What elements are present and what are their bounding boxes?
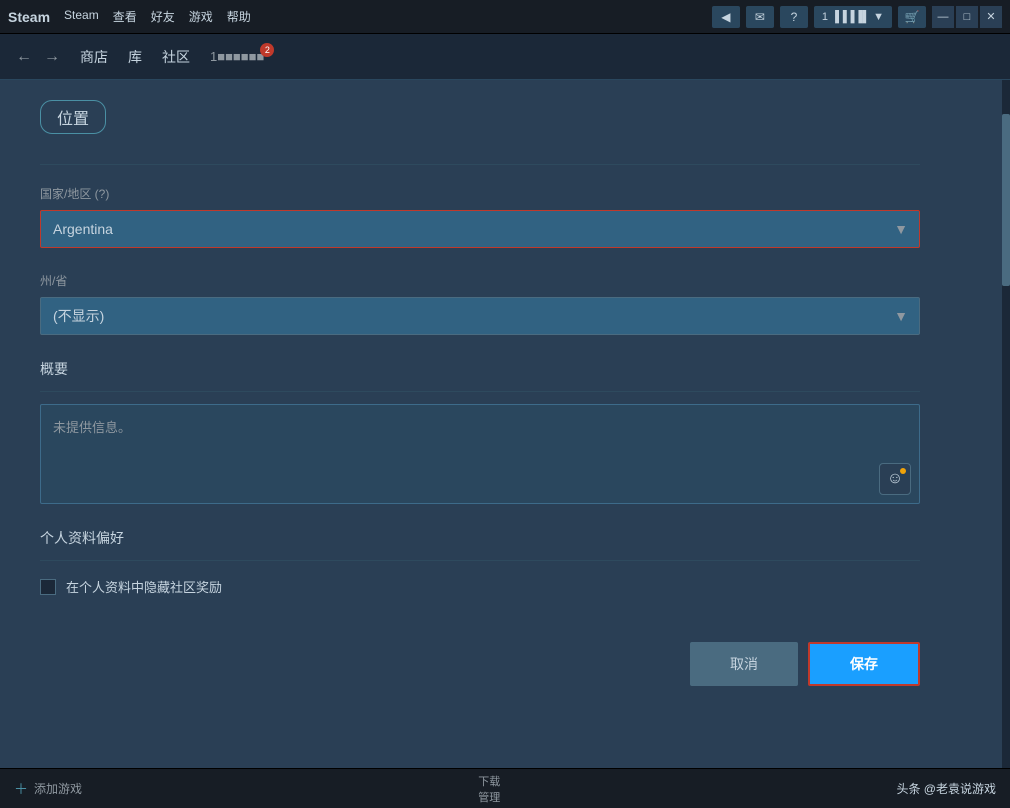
scrollbar-thumb [1002, 114, 1010, 286]
steam-logo: Steam [8, 9, 50, 25]
friends-icon-btn[interactable]: ✉ [746, 6, 774, 28]
country-field-group: 国家/地区 (?) Argentina ▼ [40, 185, 920, 248]
bottom-bar: ＋ 添加游戏 下载 管理 头条 @老袁说游戏 [0, 768, 1010, 808]
help-icon-btn[interactable]: ? [780, 6, 808, 28]
prefs-title: 个人资料偏好 [40, 528, 920, 548]
account-btn[interactable]: 1 ▐▐▐▐▌ ▼ [814, 6, 892, 28]
title-bar-right: ◀ ✉ ? 1 ▐▐▐▐▌ ▼ 🛒 — □ ✕ [712, 6, 1002, 28]
summary-text: 未提供信息。 [53, 417, 907, 436]
nav-bar: ← → 商店 库 社区 1■■■■■■ [0, 34, 1010, 80]
summary-divider [40, 391, 920, 392]
nav-links: 商店 库 社区 1■■■■■■ [80, 47, 264, 67]
emoji-notification-dot [900, 468, 906, 474]
menu-games[interactable]: 游戏 [189, 8, 213, 25]
close-btn[interactable]: ✕ [980, 6, 1002, 28]
download-sub-label: 管理 [478, 789, 500, 805]
checkbox-label: 在个人资料中隐藏社区奖励 [66, 577, 222, 596]
add-icon: ＋ [14, 779, 28, 799]
summary-textarea-wrapper[interactable]: 未提供信息。 ☺ [40, 404, 920, 504]
menu-steam[interactable]: Steam [64, 8, 99, 25]
country-label: 国家/地区 (?) [40, 185, 920, 202]
prefs-divider [40, 560, 920, 561]
menu-view[interactable]: 查看 [113, 8, 137, 25]
chat-icon-btn[interactable]: ◀ [712, 6, 740, 28]
state-select-wrapper: (不显示) ▼ [40, 297, 920, 335]
checkbox-row: 在个人资料中隐藏社区奖励 [40, 577, 920, 596]
hide-rewards-checkbox[interactable] [40, 579, 56, 595]
summary-title: 概要 [40, 359, 920, 379]
back-arrow[interactable]: ← [12, 46, 36, 68]
section-location-title: 位置 [40, 100, 106, 134]
state-field-group: 州/省 (不显示) ▼ [40, 272, 920, 335]
emoji-button[interactable]: ☺ [879, 463, 911, 495]
add-game-label: 添加游戏 [34, 780, 82, 797]
state-select[interactable]: (不显示) [40, 297, 920, 335]
right-scrollbar[interactable] [1002, 80, 1010, 768]
cancel-button[interactable]: 取消 [690, 642, 798, 686]
summary-section: 概要 未提供信息。 ☺ [40, 359, 920, 504]
country-select[interactable]: Argentina [40, 210, 920, 248]
menu-friends[interactable]: 好友 [151, 8, 175, 25]
nav-community[interactable]: 社区 [162, 47, 190, 67]
section-divider-1 [40, 164, 920, 165]
store-icon-btn[interactable]: 🛒 [898, 6, 926, 28]
save-button[interactable]: 保存 [808, 642, 920, 686]
watermark: 头条 @老袁说游戏 [896, 780, 996, 797]
title-bar-left: Steam Steam 查看 好友 游戏 帮助 [8, 8, 251, 25]
add-game-button[interactable]: ＋ 添加游戏 [14, 779, 82, 799]
nav-store[interactable]: 商店 [80, 47, 108, 67]
nav-arrows: ← → [12, 46, 64, 68]
prefs-section: 个人资料偏好 在个人资料中隐藏社区奖励 [40, 528, 920, 596]
content-area: 位置 国家/地区 (?) Argentina ▼ 州/省 [0, 80, 1002, 768]
window-controls: — □ ✕ [932, 6, 1002, 28]
state-label: 州/省 [40, 272, 920, 289]
menu-help[interactable]: 帮助 [227, 8, 251, 25]
menu-items: Steam 查看 好友 游戏 帮助 [64, 8, 251, 25]
nav-username[interactable]: 1■■■■■■ [210, 49, 264, 64]
download-section[interactable]: 下载 管理 [478, 773, 500, 805]
title-bar: Steam Steam 查看 好友 游戏 帮助 ◀ ✉ ? 1 ▐▐▐▐▌ ▼ … [0, 0, 1010, 34]
country-select-wrapper: Argentina ▼ [40, 210, 920, 248]
nav-library[interactable]: 库 [128, 47, 142, 67]
maximize-btn[interactable]: □ [956, 6, 978, 28]
main-content: 位置 国家/地区 (?) Argentina ▼ 州/省 [0, 80, 1010, 768]
action-bar: 取消 保存 [40, 626, 920, 696]
download-label: 下载 [478, 773, 500, 789]
form-container: 位置 国家/地区 (?) Argentina ▼ 州/省 [0, 80, 960, 716]
minimize-btn[interactable]: — [932, 6, 954, 28]
forward-arrow[interactable]: → [40, 46, 64, 68]
